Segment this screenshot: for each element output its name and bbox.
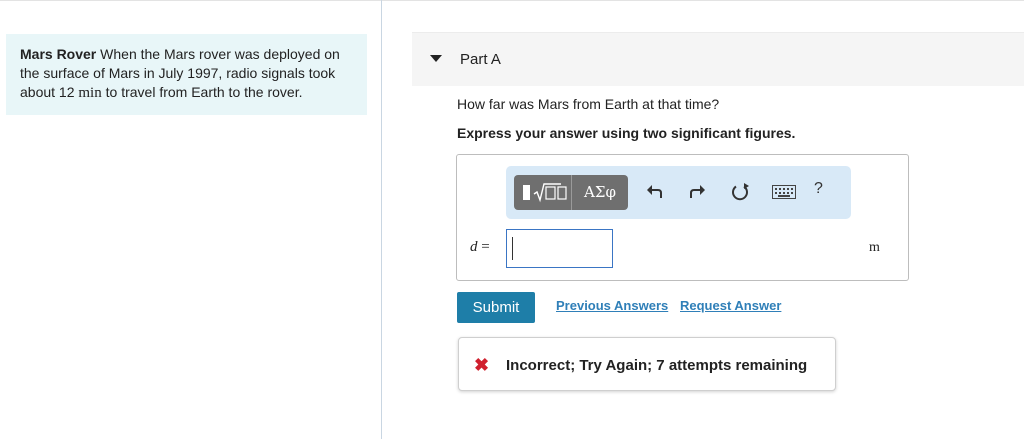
answer-unit: m	[869, 240, 880, 255]
reset-icon	[732, 183, 749, 201]
problem-statement: Mars Rover When the Mars rover was deplo…	[6, 34, 367, 115]
redo-button[interactable]	[686, 181, 708, 203]
templates-icon	[523, 183, 567, 203]
answer-input[interactable]	[506, 229, 613, 268]
feedback-text: Incorrect; Try Again; 7 attempts remaini…	[506, 357, 808, 374]
submit-button[interactable]: Submit	[457, 292, 535, 323]
reset-button[interactable]	[729, 181, 751, 203]
templates-button[interactable]	[514, 175, 572, 210]
greek-symbols-button[interactable]: ΑΣφ	[572, 175, 628, 210]
incorrect-x-icon: ✖	[474, 355, 490, 375]
toolbar-button-group: ΑΣφ	[514, 175, 628, 210]
answer-area: ΑΣφ ? d = m	[456, 154, 909, 281]
question-text: How far was Mars from Earth at that time…	[457, 96, 720, 112]
previous-answers-link[interactable]: Previous Answers	[556, 298, 668, 313]
feedback-message-box: ✖ Incorrect; Try Again; 7 attempts remai…	[458, 337, 836, 391]
variable-name: d	[470, 239, 478, 255]
undo-icon	[647, 185, 662, 198]
collapse-caret-icon[interactable]	[430, 55, 442, 62]
undo-button[interactable]	[644, 181, 666, 203]
problem-time-unit: min	[78, 85, 102, 101]
keyboard-button[interactable]	[771, 181, 797, 203]
keyboard-icon	[772, 185, 796, 199]
math-toolbar: ΑΣφ ?	[506, 166, 851, 219]
redo-icon	[690, 185, 705, 198]
equals-sign: =	[477, 239, 490, 255]
help-button[interactable]: ?	[814, 180, 823, 198]
answer-variable-label: d =	[470, 239, 490, 256]
part-title: Part A	[460, 51, 501, 68]
request-answer-link[interactable]: Request Answer	[680, 298, 781, 313]
instruction-text: Express your answer using two significan…	[457, 125, 796, 141]
problem-pane: Mars Rover When the Mars rover was deplo…	[0, 0, 382, 439]
problem-text-after: to travel from Earth to the rover.	[101, 84, 303, 100]
part-a-header[interactable]: Part A	[412, 32, 1024, 86]
text-cursor	[512, 237, 513, 260]
problem-title: Mars Rover	[20, 46, 97, 62]
